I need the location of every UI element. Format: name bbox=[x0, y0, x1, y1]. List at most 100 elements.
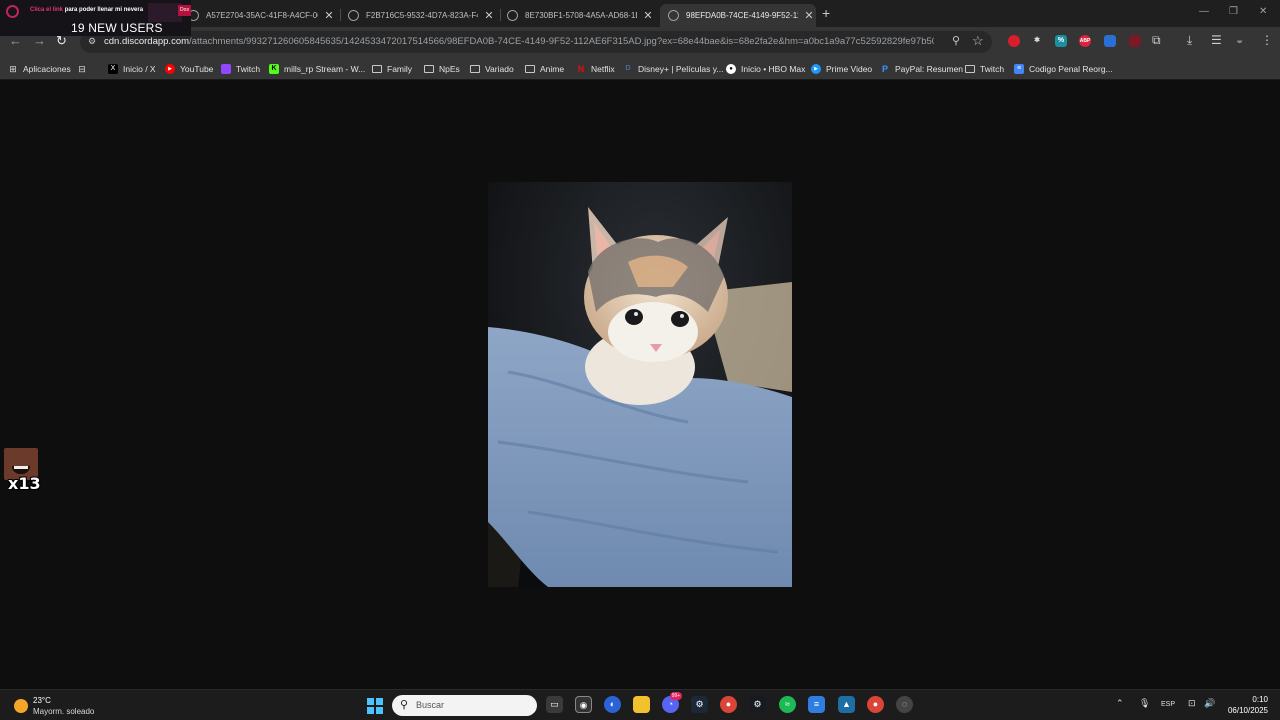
promo-white-text: para poder llenar mi nevera bbox=[64, 7, 144, 13]
photos-icon[interactable]: ▲ bbox=[838, 696, 855, 713]
new-tab-button[interactable]: + bbox=[822, 5, 830, 21]
globe-icon bbox=[507, 10, 518, 21]
tab-3[interactable]: 8E730BF1-5708-4A5A-AD68-1E ✕ bbox=[507, 4, 655, 27]
volume-icon[interactable]: 🔊 bbox=[1204, 698, 1215, 709]
language-indicator[interactable]: ESP bbox=[1161, 701, 1175, 708]
close-icon[interactable]: ✕ bbox=[322, 9, 336, 22]
tab-title: 98EFDA0B-74CE-4149-9F52-11 bbox=[686, 11, 798, 20]
weather-temperature: 23°C bbox=[33, 696, 51, 705]
chrome-icon[interactable]: ● bbox=[720, 696, 737, 713]
restore-button[interactable]: ❐ bbox=[1229, 6, 1238, 17]
bookmark-disney[interactable]: D Disney+ | Películas y... bbox=[623, 61, 723, 77]
close-window-button[interactable]: ✕ bbox=[1259, 6, 1267, 17]
media-control-icon[interactable]: ☰ bbox=[1211, 33, 1222, 47]
netflix-icon: N bbox=[577, 64, 585, 74]
app-icon[interactable]: ◌ bbox=[896, 696, 913, 713]
apps-grid-icon: ⊞ bbox=[9, 64, 17, 74]
windows-start-icon[interactable] bbox=[367, 698, 383, 714]
bookmark-netflix[interactable]: N Netflix bbox=[576, 61, 615, 77]
bookmark-hbo[interactable]: ● Inicio • HBO Max bbox=[726, 61, 805, 77]
close-icon[interactable]: ✕ bbox=[802, 9, 816, 22]
steam-icon[interactable]: ⚙ bbox=[691, 696, 708, 713]
tab-1[interactable]: A57E2704-35AC-41F8-A4CF-0C ✕ bbox=[188, 4, 336, 27]
browser-toolbar: ← → ↻ ⚙ cdn.discordapp.com/attachments/9… bbox=[0, 27, 1280, 57]
bookmark-folder-family[interactable]: Family bbox=[372, 61, 412, 77]
menu-kebab-icon[interactable]: ⋮ bbox=[1261, 33, 1273, 47]
bookmark-label: YouTube bbox=[180, 64, 214, 74]
x-icon: X bbox=[108, 64, 118, 74]
extension-icon[interactable] bbox=[1104, 35, 1116, 47]
windows-taskbar: 23°C Mayorm. soleado ⚲ Buscar ▭ ◉ ◐ ◔ 99… bbox=[0, 689, 1280, 720]
weather-condition: Mayorm. soleado bbox=[33, 707, 95, 716]
bookmark-tab-groups[interactable]: ⊟ bbox=[77, 61, 92, 77]
chrome-profile-icon[interactable]: ● bbox=[867, 696, 884, 713]
notepad-icon[interactable]: ≡ bbox=[808, 696, 825, 713]
taskbar-search[interactable]: ⚲ Buscar bbox=[392, 695, 537, 716]
tab-title: A57E2704-35AC-41F8-A4CF-0C bbox=[206, 11, 318, 20]
minimize-button[interactable]: — bbox=[1199, 6, 1209, 17]
network-icon[interactable]: ⊡ bbox=[1188, 698, 1196, 709]
profile-avatar-icon[interactable]: ◒ bbox=[1236, 33, 1243, 47]
bookmark-star-icon[interactable]: ☆ bbox=[972, 33, 984, 49]
microphone-icon[interactable]: 🎙 bbox=[1139, 698, 1150, 709]
bookmark-label: Disney+ | Películas y... bbox=[638, 64, 724, 74]
bookmark-folder-npes[interactable]: NpEs bbox=[424, 61, 460, 77]
address-bar[interactable]: ⚙ cdn.discordapp.com/attachments/9932712… bbox=[80, 31, 992, 53]
url-text[interactable]: cdn.discordapp.com/attachments/993271260… bbox=[104, 36, 934, 47]
bookmark-aplicaciones[interactable]: ⊞ Aplicaciones bbox=[8, 61, 71, 77]
bookmark-label: Family bbox=[387, 64, 413, 74]
tab-4-active[interactable]: 98EFDA0B-74CE-4149-9F52-11 ✕ bbox=[660, 4, 816, 27]
steam-app-icon[interactable]: ⚙ bbox=[749, 696, 766, 713]
promo-badge: Dos bbox=[178, 5, 191, 16]
folder-icon bbox=[470, 65, 480, 73]
folder-icon bbox=[965, 65, 975, 73]
bookmark-paypal[interactable]: P PayPal: Resumen bbox=[880, 61, 963, 77]
obs-icon[interactable]: ◉ bbox=[575, 696, 592, 713]
tab-divider bbox=[500, 9, 501, 21]
clock-time: 0:10 bbox=[1252, 695, 1268, 704]
hbo-icon: ● bbox=[726, 64, 736, 74]
kitten-photo[interactable] bbox=[488, 182, 792, 587]
bookmark-label: PayPal: Resumen bbox=[895, 64, 964, 74]
pin-extension-icon[interactable]: ✱ bbox=[1031, 35, 1043, 47]
bookmark-label: Twitch bbox=[980, 64, 1005, 74]
bookmark-folder-variado[interactable]: Variado bbox=[470, 61, 514, 77]
adblock-plus-icon[interactable]: ABP bbox=[1079, 35, 1091, 47]
bookmarks-bar: ⊞ Aplicaciones ⊟ X Inicio / X ▶ YouTube … bbox=[0, 57, 1280, 80]
show-hidden-icons[interactable]: ⌃ bbox=[1116, 698, 1124, 709]
close-icon[interactable]: ✕ bbox=[482, 9, 496, 22]
file-explorer-icon[interactable] bbox=[633, 696, 650, 713]
bookmark-twitch[interactable]: Twitch bbox=[221, 61, 260, 77]
bookmark-kick[interactable]: K mills_rp Stream - W... bbox=[269, 61, 365, 77]
bookmark-label: NpEs bbox=[439, 64, 460, 74]
globe-icon bbox=[668, 10, 679, 21]
app-icon[interactable]: ◐ bbox=[604, 696, 621, 713]
extension-icon[interactable] bbox=[1129, 35, 1141, 47]
folder-icon bbox=[372, 65, 382, 73]
stream-promo-overlay: Clica el link para poder llenar mi never… bbox=[0, 0, 191, 36]
bookmark-folder-twitch[interactable]: Twitch bbox=[965, 61, 1004, 77]
ublock-extension-icon[interactable] bbox=[1008, 35, 1020, 47]
paypal-icon: P bbox=[881, 64, 888, 74]
tab-2[interactable]: F2B716C5-9532-4D7A-823A-F4 ✕ bbox=[348, 4, 496, 27]
puzzle-extensions-icon[interactable]: ⧉ bbox=[1152, 33, 1161, 48]
promo-red-text: Clica el link bbox=[30, 7, 64, 13]
tab-title: F2B716C5-9532-4D7A-823A-F4 bbox=[366, 11, 478, 20]
site-info-icon[interactable]: ⚙ bbox=[88, 36, 99, 47]
twitch-icon bbox=[221, 64, 231, 74]
youtube-icon: ▶ bbox=[165, 64, 175, 74]
spotify-icon[interactable]: ≈ bbox=[779, 696, 796, 713]
bookmark-youtube[interactable]: ▶ YouTube bbox=[165, 61, 213, 77]
task-view-icon[interactable]: ▭ bbox=[546, 696, 563, 713]
download-icon[interactable]: ⤓ bbox=[1187, 33, 1192, 48]
system-clock[interactable]: 0:10 06/10/2025 bbox=[1228, 694, 1268, 716]
bookmark-codigo-penal[interactable]: ≡ Codigo Penal Reorg... bbox=[1014, 61, 1113, 77]
bookmark-folder-anime[interactable]: Anime bbox=[525, 61, 564, 77]
close-icon[interactable]: ✕ bbox=[641, 9, 655, 22]
bookmark-x[interactable]: X Inicio / X bbox=[108, 61, 156, 77]
bookmark-prime[interactable]: ▶ Prime Video bbox=[811, 61, 872, 77]
translate-extension-icon[interactable]: % bbox=[1055, 35, 1067, 47]
overlay-multiplier: x13 bbox=[8, 474, 41, 493]
bookmark-label: Inicio / X bbox=[123, 64, 156, 74]
zoom-icon[interactable]: ⚲ bbox=[952, 34, 960, 47]
